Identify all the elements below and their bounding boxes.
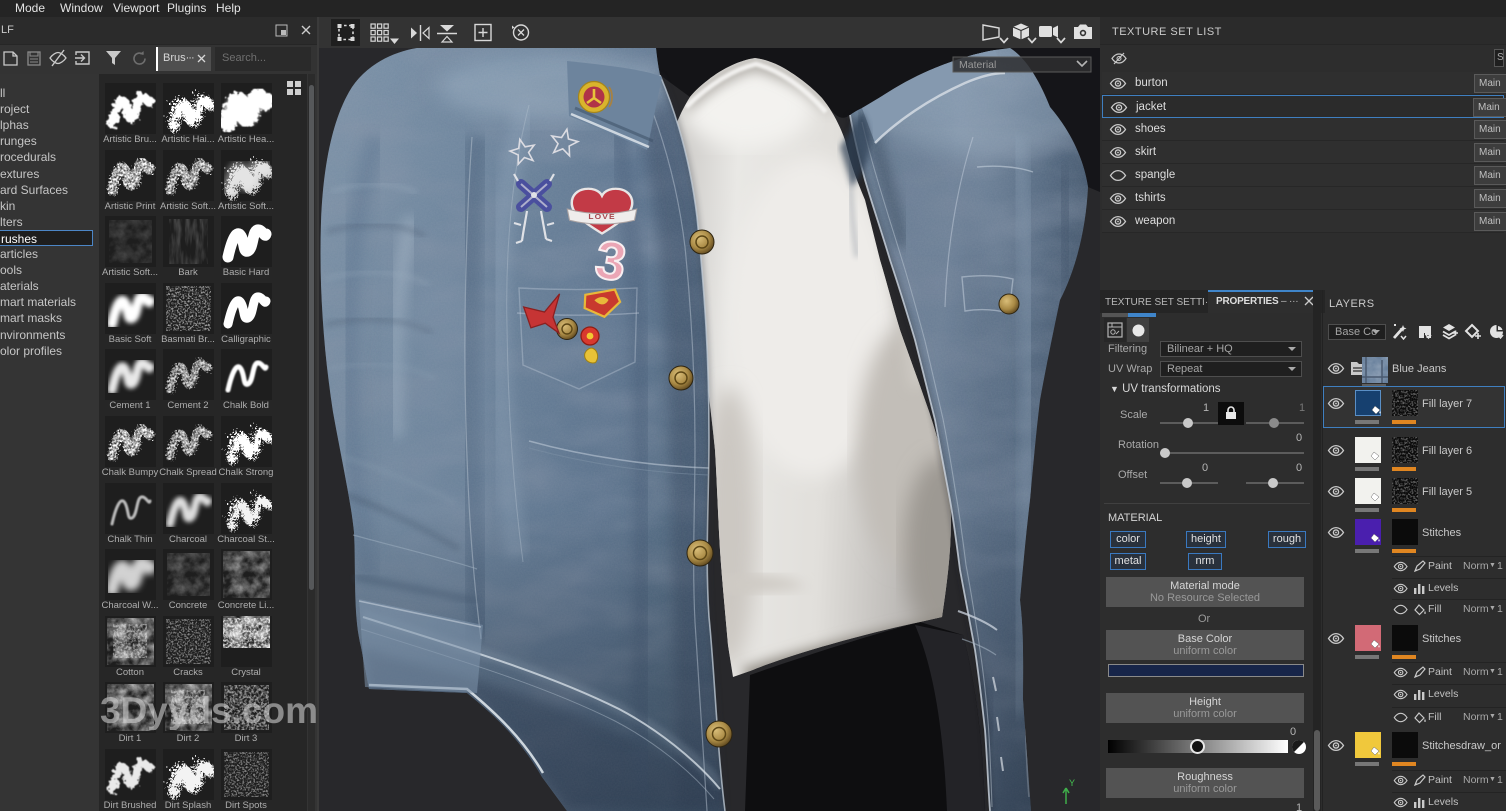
- svg-text:Y: Y: [1069, 778, 1075, 788]
- svg-text:Material: Material: [959, 59, 996, 71]
- svg-text:LOVE: LOVE: [588, 213, 615, 222]
